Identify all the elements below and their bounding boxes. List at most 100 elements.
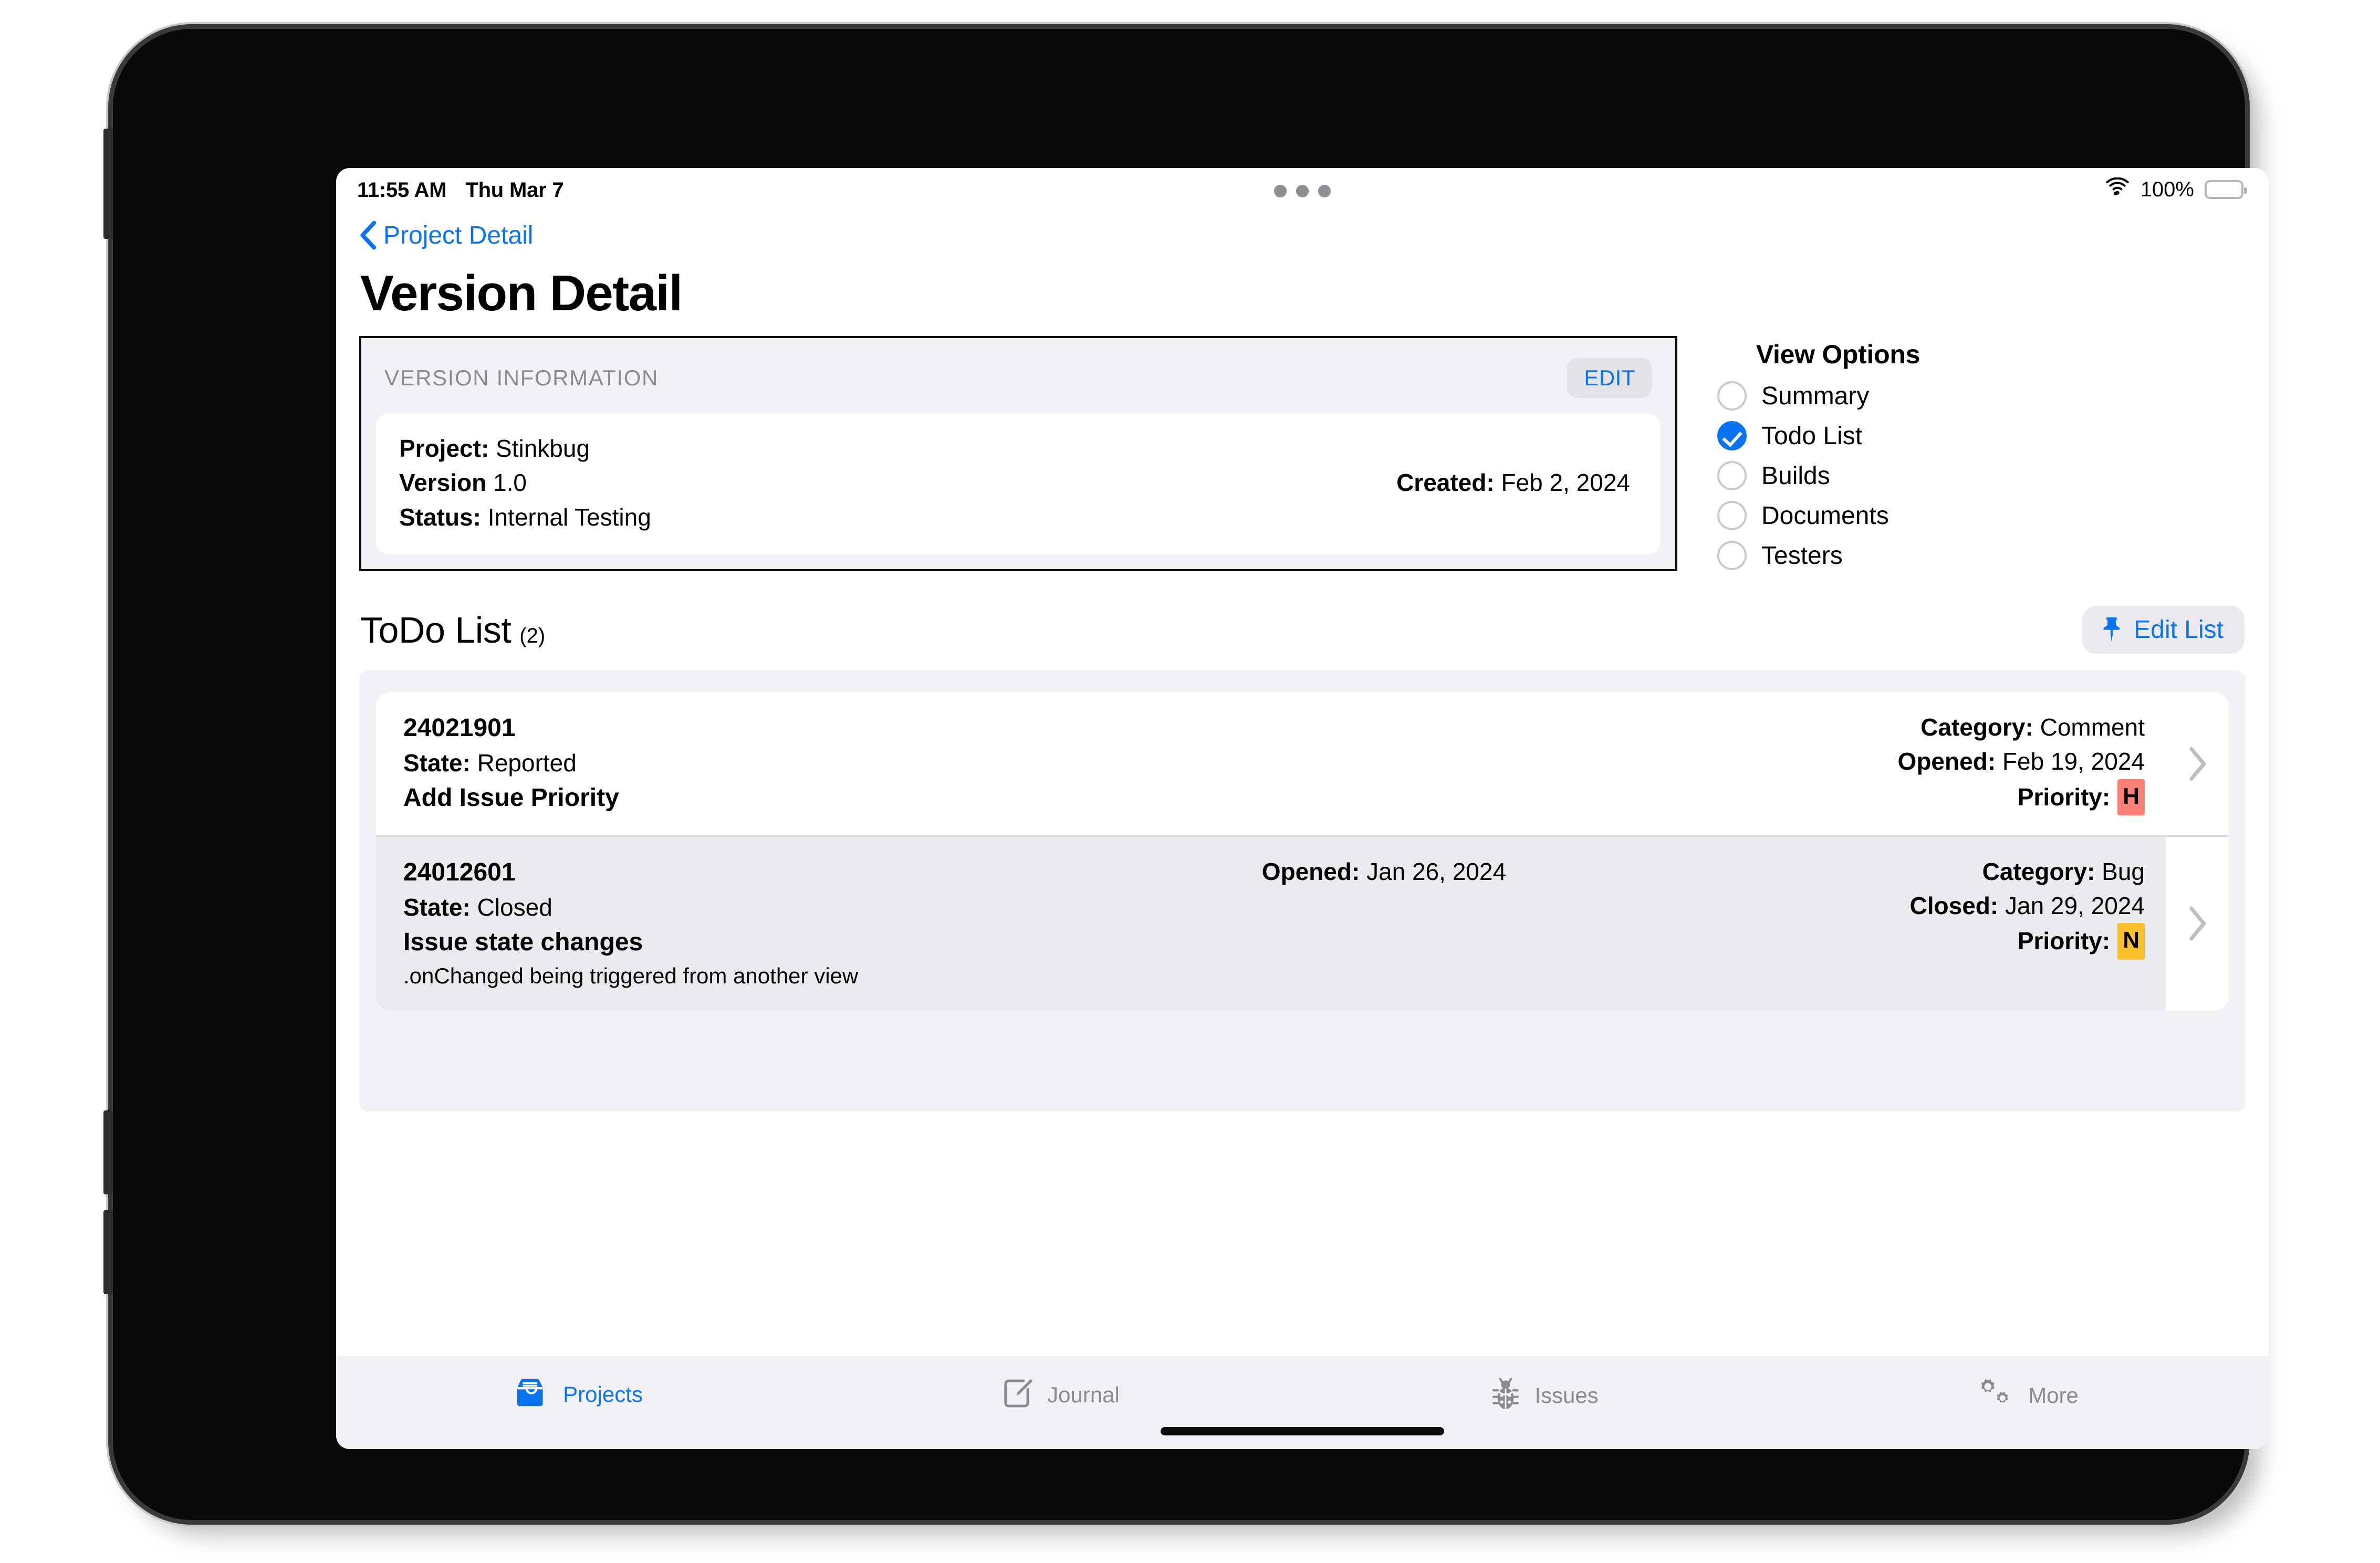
status-badge: H <box>2117 779 2145 816</box>
edit-button[interactable]: EDIT <box>1567 358 1652 398</box>
pushpin-icon <box>2100 615 2123 644</box>
radio-checked-icon <box>1717 421 1747 450</box>
multitasking-dots-icon[interactable] <box>1274 185 1331 197</box>
view-option-label: Testers <box>1761 541 1843 570</box>
todo-list-container: 24021901 State: Reported Add Issue Prior… <box>359 670 2246 1111</box>
todo-category: Category: Comment <box>1920 710 2145 744</box>
todo-priority-label: Priority: <box>2017 927 2111 955</box>
view-option-summary[interactable]: Summary <box>1717 381 1959 411</box>
status-date: Thu Mar 7 <box>465 179 564 202</box>
todo-category-label: Category: <box>1920 714 2033 741</box>
field-version-label: Version <box>399 469 487 497</box>
todo-category-value: Comment <box>2040 714 2145 741</box>
todo-state-value: Reported <box>477 749 577 777</box>
field-created-label: Created: <box>1396 469 1495 497</box>
todo-state: State: Closed <box>403 890 858 925</box>
todo-category-label: Category: <box>1982 857 2095 885</box>
radio-circle-icon <box>1717 501 1747 530</box>
version-section-label: VERSION INFORMATION <box>384 365 659 390</box>
wifi-icon <box>2105 177 2130 202</box>
chevron-left-icon <box>359 221 377 250</box>
tray-icon <box>513 1377 550 1412</box>
todo-closed-value: Jan 29, 2024 <box>2005 891 2145 919</box>
radio-circle-icon <box>1717 541 1747 570</box>
todo-row-right: Category: Bug Closed: Jan 29, 2024 Prior… <box>1910 855 2145 960</box>
todo-category: Category: Bug <box>1982 855 2145 889</box>
volume-up-button[interactable] <box>103 1110 113 1194</box>
todo-card: 24021901 State: Reported Add Issue Prior… <box>376 693 2229 1011</box>
home-indicator[interactable] <box>1161 1427 1444 1435</box>
field-status: Status: Internal Testing <box>399 500 651 534</box>
gears-icon <box>1976 1377 2016 1414</box>
field-status-value: Internal Testing <box>487 503 651 531</box>
view-option-label: Summary <box>1761 382 1870 410</box>
todo-note: .onChanged being triggered from another … <box>403 963 859 989</box>
todo-list-title: ToDo List <box>360 609 512 651</box>
todo-state-value: Closed <box>477 893 552 921</box>
todo-closed-label: Closed: <box>1909 891 1999 919</box>
view-option-documents[interactable]: Documents <box>1717 501 1959 530</box>
table-row[interactable]: 24021901 State: Reported Add Issue Prior… <box>376 693 2229 835</box>
dot <box>1274 185 1287 197</box>
battery-percent-label: 100% <box>2140 177 2194 201</box>
todo-id: 24012601 <box>403 858 516 886</box>
edit-list-label: Edit List <box>2134 616 2224 644</box>
tab-more[interactable]: More <box>1786 1356 2269 1414</box>
ipad-device-frame: 11:55 AM Thu Mar 7 100% Project Detail V… <box>103 29 2269 1520</box>
field-created-value: Feb 2, 2024 <box>1501 469 1630 497</box>
table-row[interactable]: 24012601 State: Closed Issue state chang… <box>376 835 2229 1011</box>
app-screen: 11:55 AM Thu Mar 7 100% Project Detail V… <box>336 168 2269 1449</box>
ladybug-icon <box>1489 1377 1522 1414</box>
todo-list-count: (2) <box>519 624 546 647</box>
tab-label: Journal <box>1047 1382 1120 1407</box>
todo-row-left: 24012601 State: Closed Issue state chang… <box>403 855 858 992</box>
todo-opened-value: Feb 19, 2024 <box>2002 748 2145 775</box>
chevron-right-icon[interactable] <box>2166 836 2229 1011</box>
todo-opened-middle: Opened: Jan 26, 2024 <box>1262 855 1506 889</box>
status-bar: 11:55 AM Thu Mar 7 100% <box>336 168 2269 213</box>
back-button[interactable]: Project Detail <box>359 221 2269 250</box>
status-badge: N <box>2117 923 2145 960</box>
todo-row-right: Category: Comment Opened: Feb 19, 2024 P… <box>1897 710 2145 816</box>
tab-journal[interactable]: Journal <box>819 1356 1302 1413</box>
dot <box>1296 185 1309 197</box>
version-card-body: Project: Stinkbug Version 1.0 Status: In… <box>376 414 1661 554</box>
view-option-builds[interactable]: Builds <box>1717 461 1959 490</box>
todo-priority: Priority: H <box>2017 779 2145 816</box>
field-project-value: Stinkbug <box>496 435 590 462</box>
view-option-label: Builds <box>1761 461 1830 490</box>
edit-list-button[interactable]: Edit List <box>2082 606 2245 654</box>
view-options-title: View Options <box>1756 340 1920 369</box>
back-button-label: Project Detail <box>383 221 534 249</box>
field-created: Created: Feb 2, 2024 <box>1396 432 1637 534</box>
todo-priority-label: Priority: <box>2017 783 2111 811</box>
radio-circle-icon <box>1717 381 1747 411</box>
power-button[interactable] <box>103 129 113 239</box>
todo-summary: Add Issue Priority <box>403 784 619 812</box>
battery-tip <box>2244 187 2247 194</box>
todo-row-middle: Opened: Jan 26, 2024 <box>858 855 1909 889</box>
field-status-label: Status: <box>399 503 481 531</box>
radio-circle-icon <box>1717 461 1747 490</box>
version-fields: Project: Stinkbug Version 1.0 Status: In… <box>399 432 651 534</box>
todo-category-value: Bug <box>2102 857 2145 885</box>
todo-id: 24021901 <box>403 714 516 742</box>
todo-opened-label: Opened: <box>1897 748 1996 775</box>
volume-down-button[interactable] <box>103 1210 113 1294</box>
chevron-right-icon[interactable] <box>2166 693 2229 835</box>
status-bar-right: 100% <box>2105 177 2247 202</box>
battery-full-icon <box>2205 180 2247 199</box>
field-project-label: Project: <box>399 435 489 462</box>
content-area: VERSION INFORMATION EDIT Project: Stinkb… <box>336 336 2269 1111</box>
tab-projects[interactable]: Projects <box>336 1356 819 1412</box>
view-option-todo-list[interactable]: Todo List <box>1717 421 1959 450</box>
todo-priority: Priority: N <box>2017 923 2145 960</box>
view-option-testers[interactable]: Testers <box>1717 541 1959 570</box>
version-card-header: VERSION INFORMATION EDIT <box>361 338 1675 414</box>
square-pencil-icon <box>1002 1377 1035 1413</box>
tab-issues[interactable]: Issues <box>1302 1356 1786 1414</box>
todo-row-content: 24012601 State: Closed Issue state chang… <box>376 836 2166 1011</box>
todo-row-content: 24021901 State: Reported Add Issue Prior… <box>376 693 2166 835</box>
page-title: Version Detail <box>360 265 683 321</box>
top-row: VERSION INFORMATION EDIT Project: Stinkb… <box>359 336 2246 581</box>
